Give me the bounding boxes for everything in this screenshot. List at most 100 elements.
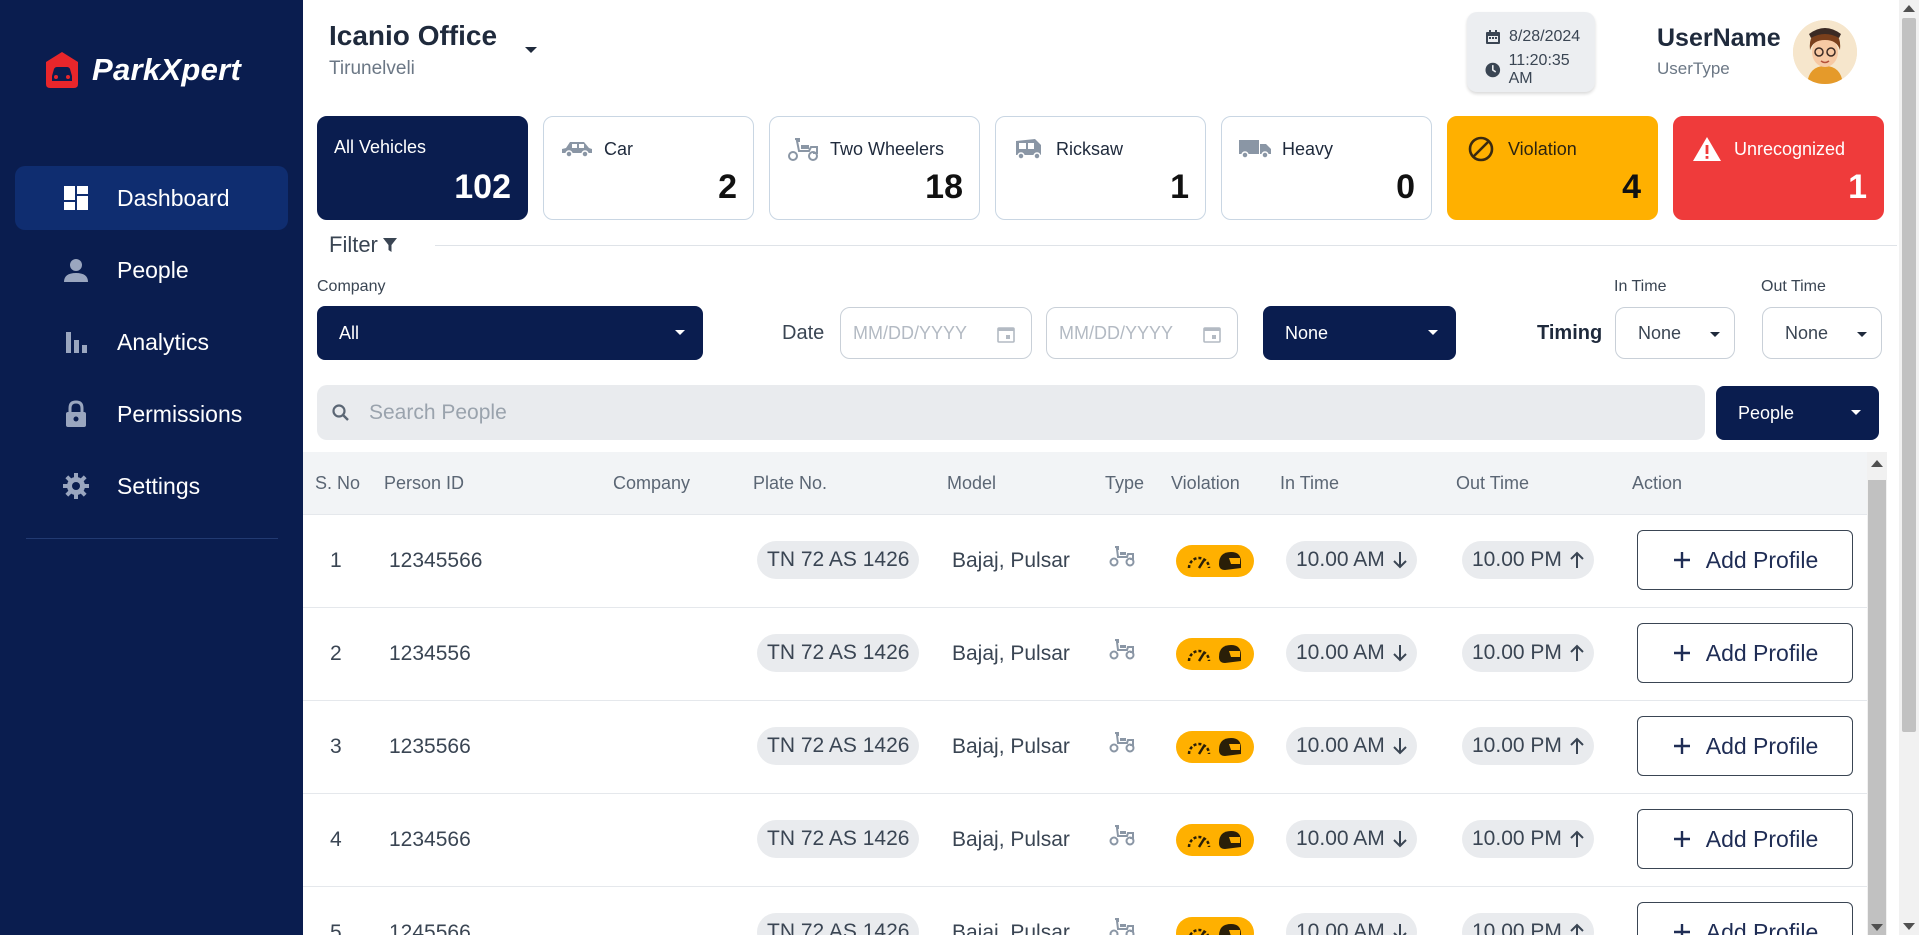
calendar-icon[interactable] (1203, 325, 1221, 343)
table-scrollbar-thumb[interactable] (1868, 480, 1886, 935)
search-input[interactable] (369, 400, 1669, 425)
speedometer-icon (1187, 742, 1211, 755)
stat-card-ricksaw[interactable]: Ricksaw 1 (995, 116, 1206, 220)
col-header-out-time: Out Time (1456, 473, 1530, 493)
avatar[interactable] (1793, 20, 1857, 84)
user-info[interactable]: UserName UserType (1657, 24, 1781, 79)
add-profile-button[interactable]: Add Profile (1637, 716, 1853, 776)
add-profile-button[interactable]: Add Profile (1637, 902, 1853, 935)
out-time-text: 10.00 PM (1472, 734, 1562, 757)
add-profile-button[interactable]: Add Profile (1637, 530, 1853, 590)
org-dropdown-caret-icon[interactable] (525, 47, 537, 53)
rickshaw-icon (1012, 137, 1046, 161)
in-time-badge: 10.00 AM (1286, 634, 1417, 672)
date-to-input[interactable]: MM/DD/YYYY (1046, 307, 1238, 359)
plate-badge: TN 72 AS 1426 (757, 634, 920, 672)
violation-badge[interactable] (1176, 824, 1254, 856)
scooter-icon (1109, 639, 1135, 660)
helmet-icon (1219, 645, 1241, 663)
add-profile-button[interactable]: Add Profile (1637, 623, 1853, 683)
cell-sno: 4 (330, 828, 342, 851)
speedometer-icon (1187, 649, 1211, 662)
car-icon (560, 137, 594, 161)
sidebar-divider (26, 538, 278, 539)
scroll-down-icon[interactable] (1871, 924, 1883, 931)
org-selector[interactable]: Icanio Office Tirunelveli (329, 20, 497, 80)
scroll-up-icon[interactable] (1871, 460, 1883, 467)
cell-model: Bajaj, Pulsar (952, 921, 1070, 935)
cell-person-id: 1235566 (389, 735, 471, 758)
table-scrollbar[interactable] (1867, 452, 1887, 935)
scroll-up-icon[interactable] (1903, 5, 1915, 12)
current-date: 8/28/2024 (1509, 28, 1581, 45)
violation-badge[interactable] (1176, 731, 1254, 763)
cell-sno: 1 (330, 549, 342, 572)
bar-chart-icon (61, 327, 91, 357)
search-icon (332, 403, 349, 421)
range-select[interactable]: None (1263, 306, 1456, 360)
main-content: Icanio Office Tirunelveli 8/28/2024 11:2… (303, 0, 1899, 935)
date-label: Date (782, 322, 825, 344)
out-time-text: 10.00 PM (1472, 827, 1562, 850)
in-time-badge: 10.00 AM (1286, 913, 1417, 935)
sidebar-item-people[interactable]: People (15, 238, 288, 302)
date-to-placeholder: MM/DD/YYYY (1059, 322, 1174, 343)
sidebar-item-settings[interactable]: Settings (15, 454, 288, 518)
in-time-text: 10.00 AM (1296, 548, 1385, 571)
calendar-icon[interactable] (997, 325, 1015, 343)
stat-card-label: Unrecognized (1734, 138, 1846, 159)
sidebar-item-analytics[interactable]: Analytics (15, 310, 288, 374)
add-profile-label: Add Profile (1705, 639, 1819, 666)
violation-badge[interactable] (1176, 545, 1254, 577)
speedometer-icon (1187, 835, 1211, 848)
out-time-text: 10.00 PM (1472, 548, 1562, 571)
chevron-down-icon (1428, 330, 1438, 335)
helmet-icon (1219, 924, 1241, 935)
violation-badge[interactable] (1176, 638, 1254, 670)
search-scope-value: People (1738, 402, 1795, 423)
plate-text: TN 72 AS 1426 (767, 548, 910, 571)
user-type: UserType (1657, 59, 1730, 78)
plate-badge: TN 72 AS 1426 (757, 820, 920, 858)
sidebar-item-dashboard[interactable]: Dashboard (15, 166, 288, 230)
stat-card-value: 0 (1396, 168, 1415, 206)
stat-card-all-vehicles[interactable]: All Vehicles 102 (317, 116, 528, 220)
arrow-down-icon (1393, 552, 1407, 569)
table-row: 2 1234556 TN 72 AS 1426 Bajaj, Pulsar 10… (303, 608, 1867, 701)
stat-card-value: 1 (1848, 168, 1867, 206)
stat-card-label: Violation (1508, 138, 1577, 159)
plate-badge: TN 72 AS 1426 (757, 541, 920, 579)
stat-card-value: 2 (718, 168, 737, 206)
arrow-down-icon (1393, 831, 1407, 848)
date-from-input[interactable]: MM/DD/YYYY (840, 307, 1032, 359)
violation-badge[interactable] (1176, 917, 1254, 935)
sidebar-item-permissions[interactable]: Permissions (15, 382, 288, 446)
cell-person-id: 12345566 (389, 549, 483, 572)
cell-model: Bajaj, Pulsar (952, 642, 1070, 665)
add-profile-label: Add Profile (1705, 825, 1819, 852)
stat-card-unrecognized[interactable]: Unrecognized 1 (1673, 116, 1884, 220)
stat-card-heavy[interactable]: Heavy 0 (1221, 116, 1432, 220)
page-scrollbar[interactable] (1899, 0, 1919, 935)
out-time-badge: 10.00 PM (1462, 727, 1594, 765)
arrow-up-icon (1570, 830, 1584, 847)
gear-icon (61, 471, 91, 501)
stat-card-two-wheelers[interactable]: Two Wheelers 18 (769, 116, 980, 220)
sidebar: ParkXpert Dashboard People Analytics Per… (0, 0, 303, 935)
stat-card-violation[interactable]: Violation 4 (1447, 116, 1658, 220)
company-select[interactable]: All (317, 306, 703, 360)
in-time-select[interactable]: None (1615, 307, 1735, 359)
out-time-select[interactable]: None (1762, 307, 1882, 359)
cell-model: Bajaj, Pulsar (952, 828, 1070, 851)
arrow-down-icon (1393, 645, 1407, 662)
stat-card-car[interactable]: Car 2 (543, 116, 754, 220)
out-time-badge: 10.00 PM (1462, 820, 1594, 858)
add-profile-button[interactable]: Add Profile (1637, 809, 1853, 869)
filter-title[interactable]: Filter (329, 232, 398, 258)
page-scrollbar-thumb[interactable] (1902, 18, 1916, 732)
col-header-sno: S. No (315, 473, 361, 493)
search-scope-select[interactable]: People (1716, 386, 1879, 440)
out-time-label: Out Time (1761, 278, 1826, 295)
scroll-down-icon[interactable] (1903, 923, 1915, 930)
logo[interactable]: ParkXpert (42, 50, 241, 90)
